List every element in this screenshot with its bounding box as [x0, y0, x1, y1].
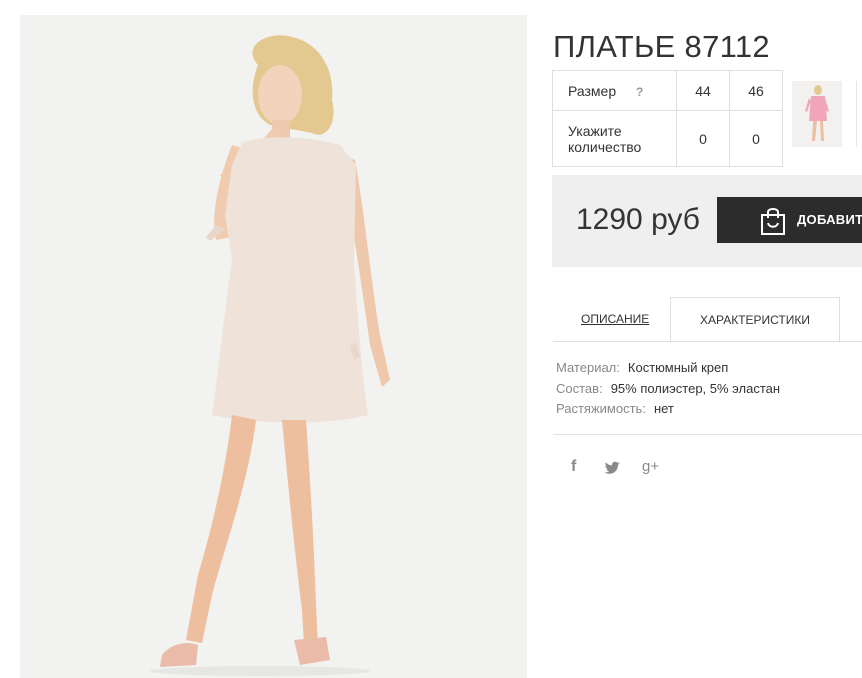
model-illustration: [150, 35, 390, 676]
section-divider: [553, 434, 862, 435]
spec-key: Растяжимость:: [556, 401, 646, 416]
google-plus-icon[interactable]: g+: [642, 458, 659, 475]
add-to-cart-label: ДОБАВИТЬ: [797, 212, 862, 227]
color-thumbnail-pink[interactable]: [792, 81, 842, 147]
product-price: 1290 руб: [576, 203, 700, 236]
spec-value: нет: [653, 401, 674, 416]
quantity-input-44[interactable]: 0: [676, 110, 730, 167]
spec-row-composition: Состав: 95% полиэстер, 5% эластан: [556, 381, 780, 396]
tab-description[interactable]: ОПИСАНИЕ: [581, 297, 649, 341]
tabs-divider: [553, 341, 862, 342]
size-label: Размер: [568, 82, 617, 99]
product-title: ПЛАТЬЕ 87112: [553, 28, 770, 64]
size-option-46[interactable]: 46: [729, 70, 783, 111]
size-option-44[interactable]: 44: [676, 70, 730, 111]
spec-key: Состав:: [556, 381, 603, 396]
spec-value: 95% полиэстер, 5% эластан: [610, 381, 781, 396]
quantity-input-46[interactable]: 0: [729, 110, 783, 167]
quantity-label-cell: Укажите количество: [552, 110, 677, 167]
add-to-cart-button[interactable]: ДОБАВИТЬ: [717, 197, 862, 243]
pink-dress-thumbnail-icon: [805, 85, 829, 141]
facebook-icon[interactable]: f: [571, 458, 576, 476]
help-icon[interactable]: ?: [636, 85, 643, 99]
tab-characteristics[interactable]: ХАРАКТЕРИСТИКИ: [670, 297, 840, 343]
spec-key: Материал:: [556, 360, 620, 375]
quantity-label-line1: Укажите: [568, 122, 622, 139]
size-quantity-table: Размер ? 44 46 Укажите количество 0 0: [552, 70, 783, 167]
twitter-icon[interactable]: [604, 461, 621, 475]
shopping-bag-icon: [761, 208, 785, 235]
spec-value: Костюмный креп: [627, 360, 729, 375]
quantity-label-line2: количество: [568, 138, 642, 155]
product-photo[interactable]: [20, 15, 527, 678]
size-label-cell: Размер ?: [552, 70, 677, 111]
purchase-panel: 1290 руб ДОБАВИТЬ: [552, 175, 862, 267]
spec-row-stretch: Растяжимость: нет: [556, 401, 674, 416]
color-thumbnail-next[interactable]: [856, 81, 862, 147]
spec-row-material: Материал: Костюмный креп: [556, 360, 728, 375]
